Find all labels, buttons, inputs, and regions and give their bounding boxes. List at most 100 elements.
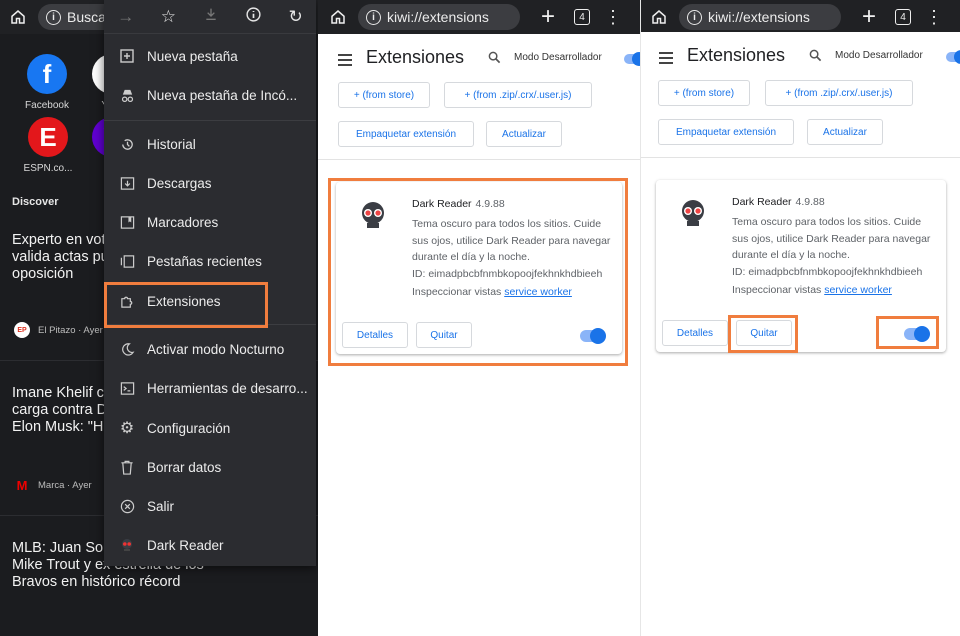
page-title: Extensiones <box>687 45 786 65</box>
menu-item-downloads[interactable]: Descargas <box>104 165 316 201</box>
close-circle-icon <box>119 498 135 514</box>
refresh-icon[interactable]: ↻ <box>289 7 303 27</box>
top-toolbar: i kiwi://extensions + 4 ⋮ <box>641 0 960 34</box>
download-icon <box>119 175 135 191</box>
menu-item-label: Marcadores <box>147 214 219 230</box>
address-text: kiwi://extensions <box>708 9 810 25</box>
forward-icon[interactable]: → <box>117 7 134 27</box>
new-tab-plus-icon[interactable]: + <box>536 3 560 30</box>
facebook-icon: f <box>27 54 67 94</box>
highlight-box-toggle <box>876 316 939 349</box>
tab-count-icon[interactable]: 4 <box>574 9 590 25</box>
dev-mode-label: Modo Desarrollador <box>835 50 923 61</box>
menu-item-label: Nueva pestaña <box>147 48 238 64</box>
menu-item-label: Pestañas recientes <box>147 253 262 269</box>
extension-id: ID: eimadpbcbfnmbkopoojfekhnkhdbieeh <box>732 266 923 278</box>
browser-menu-panel: i Busca f Facebook Yo E ESPN.co... Y Dis… <box>0 0 318 636</box>
service-worker-link[interactable]: service worker <box>824 284 892 296</box>
more-vert-icon[interactable]: ⋮ <box>925 8 943 26</box>
extension-description: Tema oscuro para todos los sitios. Cuide… <box>732 216 931 261</box>
news-source: M Marca · Ayer <box>14 477 92 493</box>
dev-mode-toggle[interactable] <box>946 50 960 64</box>
menu-item-history[interactable]: Historial <box>104 126 316 162</box>
gear-icon: ⚙ <box>119 420 135 437</box>
recent-tabs-icon <box>119 253 135 269</box>
load-from-store-button[interactable]: + (from store) <box>338 82 430 108</box>
menu-item-label: Dark Reader <box>147 537 224 553</box>
address-bar[interactable]: i kiwi://extensions <box>358 4 520 30</box>
extension-name: Dark Reader 4.9.88 <box>732 196 825 208</box>
menu-item-label: Activar modo Nocturno <box>147 341 285 357</box>
news-source-label: El Pitazo · Ayer <box>38 324 103 336</box>
new-tab-plus-icon[interactable]: + <box>857 3 881 30</box>
extensions-panel-2: i kiwi://extensions + 4 ⋮ Extensiones Mo… <box>640 0 960 636</box>
menu-item-settings[interactable]: ⚙ Configuración <box>104 410 316 446</box>
pack-extension-button[interactable]: Empaquetar extensión <box>338 121 474 147</box>
highlight-box-remove <box>728 315 798 353</box>
menu-item-dev-tools[interactable]: Herramientas de desarro... <box>104 370 316 406</box>
update-button[interactable]: Actualizar <box>807 119 883 145</box>
details-button[interactable]: Detalles <box>662 320 728 346</box>
search-icon[interactable] <box>809 49 822 65</box>
menu-item-exit[interactable]: Salir <box>104 488 316 524</box>
trash-icon <box>119 459 135 475</box>
moon-icon <box>119 341 135 357</box>
search-icon[interactable] <box>488 51 501 67</box>
marca-icon: M <box>16 477 28 493</box>
extensions-header: Extensiones Modo Desarrollador + (from s… <box>641 32 960 158</box>
shortcut-espn[interactable]: E ESPN.co... <box>22 117 74 174</box>
info-icon: i <box>46 9 61 25</box>
home-icon[interactable] <box>647 5 671 29</box>
address-bar[interactable]: i kiwi://extensions <box>679 4 841 30</box>
history-icon <box>119 136 135 152</box>
load-from-zip-button[interactable]: + (from .zip/.crx/.user.js) <box>444 82 592 108</box>
address-text: kiwi://extensions <box>387 9 489 25</box>
menu-item-label: Borrar datos <box>147 459 222 475</box>
tab-count-icon[interactable]: 4 <box>895 9 911 25</box>
hamburger-icon[interactable] <box>659 52 673 67</box>
dark-reader-icon <box>119 537 135 553</box>
load-from-store-button[interactable]: + (from store) <box>658 80 750 106</box>
load-from-zip-button[interactable]: + (from .zip/.crx/.user.js) <box>765 80 913 106</box>
plus-box-icon <box>119 48 135 64</box>
info-icon: i <box>366 9 381 25</box>
extension-version: 4.9.88 <box>795 196 825 208</box>
shortcut-facebook[interactable]: f Facebook <box>22 54 72 111</box>
menu-item-night-mode[interactable]: Activar modo Nocturno <box>104 331 316 367</box>
star-icon[interactable]: ☆ <box>161 7 176 27</box>
news-source-label: Marca · Ayer <box>38 479 92 491</box>
menu-action-row: → ☆ ↻ <box>104 0 316 34</box>
home-icon[interactable] <box>6 5 30 29</box>
top-toolbar: i kiwi://extensions + 4 ⋮ <box>318 0 640 34</box>
more-vert-icon[interactable]: ⋮ <box>604 8 622 26</box>
bookmark-icon <box>119 214 135 230</box>
menu-item-label: Historial <box>147 136 196 152</box>
home-icon[interactable] <box>326 5 350 29</box>
discover-heading: Discover <box>12 196 59 208</box>
highlight-box-card <box>328 178 628 366</box>
menu-item-recent-tabs[interactable]: Pestañas recientes <box>104 243 316 279</box>
dev-mode-label: Modo Desarrollador <box>514 52 602 63</box>
menu-item-clear-data[interactable]: Borrar datos <box>104 449 316 485</box>
menu-item-label: Descargas <box>147 175 212 191</box>
extensions-header: Extensiones Modo Desarrollador + (from s… <box>318 34 640 160</box>
news-source: EP El Pitazo · Ayer <box>14 322 103 338</box>
page-title: Extensiones <box>366 47 465 67</box>
pack-extension-button[interactable]: Empaquetar extensión <box>658 119 794 145</box>
info-icon[interactable] <box>245 6 262 28</box>
menu-item-incognito[interactable]: Nueva pestaña de Incó... <box>104 77 316 113</box>
update-button[interactable]: Actualizar <box>486 121 562 147</box>
menu-item-label: Herramientas de desarro... <box>147 380 308 396</box>
menu-item-new-tab[interactable]: Nueva pestaña <box>104 38 316 74</box>
menu-item-dark-reader[interactable]: Dark Reader <box>104 527 316 563</box>
shortcut-label: ESPN.co... <box>23 163 73 174</box>
dev-mode-toggle[interactable] <box>624 52 640 66</box>
extensions-panel-1: i kiwi://extensions + 4 ⋮ Extensiones Mo… <box>318 0 640 636</box>
menu-item-bookmarks[interactable]: Marcadores <box>104 204 316 240</box>
incognito-icon <box>119 87 135 103</box>
shortcut-label: Facebook <box>25 100 69 111</box>
espn-icon: E <box>28 117 68 157</box>
hamburger-icon[interactable] <box>338 54 352 69</box>
dark-reader-icon <box>682 200 704 226</box>
download-icon[interactable] <box>203 6 219 27</box>
